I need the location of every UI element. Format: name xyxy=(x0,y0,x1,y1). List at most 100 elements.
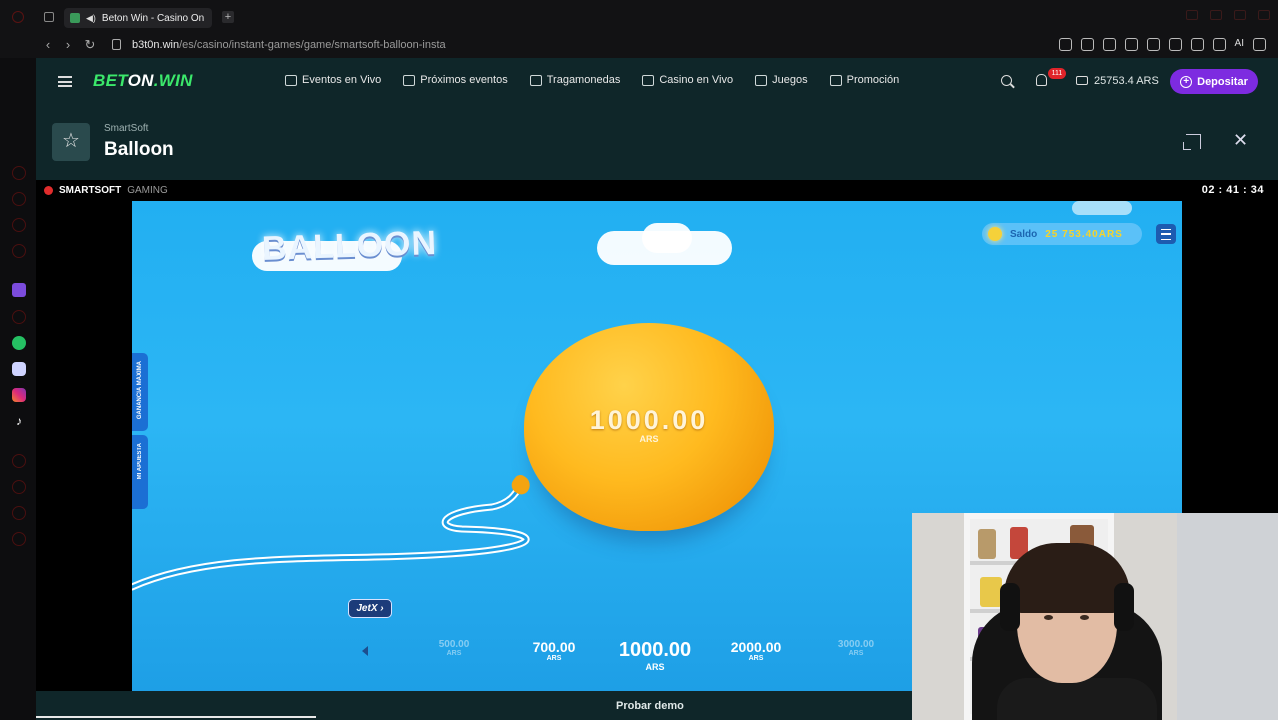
nav-eventos-en-vivo[interactable]: Eventos en Vivo xyxy=(285,74,381,86)
game-provider: SmartSoft xyxy=(104,123,149,134)
nav-promocion[interactable]: Promoción xyxy=(829,74,899,86)
bet-left-arrow-icon[interactable] xyxy=(362,646,368,656)
ai-button[interactable]: AI xyxy=(1235,38,1244,51)
game-logo: BALLOON xyxy=(261,223,438,269)
nav-proximos-eventos[interactable]: Próximos eventos xyxy=(403,74,508,86)
max-win-tab[interactable]: GANANCIA MÁXIMA xyxy=(132,353,148,431)
whatsapp-icon[interactable] xyxy=(12,336,26,350)
saldo-display: Saldo 25 753.40ARS xyxy=(982,223,1142,245)
browser-tab-bar: ◀) Beton Win - Casino On + xyxy=(0,0,1278,34)
bet-option-selected[interactable]: 1000.00 ARS xyxy=(610,639,700,672)
plus-icon: + xyxy=(1180,75,1193,88)
back-icon[interactable]: ‹ xyxy=(40,37,56,52)
fullscreen-icon[interactable] xyxy=(1183,134,1201,150)
clock: 02 : 41 : 34 xyxy=(1201,184,1264,196)
progress-line xyxy=(36,716,316,718)
download-icon[interactable] xyxy=(1212,38,1226,51)
favicon-icon xyxy=(70,13,80,23)
headset-right xyxy=(1114,583,1134,631)
bet-selector: 500.00 ARS 700.00 ARS 1000.00 ARS 2000.00 AR… xyxy=(354,637,954,677)
site-logo[interactable]: BETON.WIN xyxy=(93,71,193,91)
balloon-currency: ARS xyxy=(639,434,659,444)
profile-icon[interactable] xyxy=(1190,38,1204,51)
slot-icon xyxy=(529,74,542,86)
opera-logo-icon[interactable] xyxy=(12,11,24,23)
sidebar-icon-5[interactable] xyxy=(12,310,26,324)
sidebar-icon-9[interactable] xyxy=(12,532,26,546)
favorite-star-icon[interactable]: ☆ xyxy=(52,123,90,161)
sidebar-icon-7[interactable] xyxy=(12,480,26,494)
instagram-icon[interactable] xyxy=(12,388,26,402)
demo-button[interactable]: Probar demo xyxy=(616,700,684,712)
tiktok-icon[interactable]: ♪ xyxy=(12,414,26,428)
twitch-icon[interactable] xyxy=(12,283,26,297)
browser-sidebar: ♪ xyxy=(0,58,36,720)
new-tab-button[interactable]: + xyxy=(222,11,234,23)
bet-option[interactable]: 500.00 ARS xyxy=(409,639,499,657)
discord-icon[interactable] xyxy=(12,362,26,376)
sidebar-icon-1[interactable] xyxy=(12,166,26,180)
deposit-label: Depositar xyxy=(1197,75,1248,88)
gift-icon xyxy=(829,74,842,86)
nav-juegos[interactable]: Juegos xyxy=(755,74,808,86)
chip-icon xyxy=(642,74,655,86)
deposit-button[interactable]: + Depositar xyxy=(1170,69,1258,94)
site-header: BETON.WIN Eventos en Vivo Próximos event… xyxy=(36,58,1278,106)
cloud xyxy=(642,223,692,253)
bet-option[interactable]: 3000.00 ARS xyxy=(811,639,901,657)
sidebar-icon-8[interactable] xyxy=(12,506,26,520)
eye xyxy=(1080,615,1089,620)
coin-icon xyxy=(988,227,1002,241)
bet-option[interactable]: 700.00 ARS xyxy=(509,639,599,662)
sidebar-icon-3[interactable] xyxy=(12,218,26,232)
address-bar: ‹ › ↻ b3t0n.win/es/casino/instant-games/… xyxy=(0,34,1278,58)
game-menu-icon[interactable] xyxy=(1156,224,1176,244)
close-icon[interactable]: ✕ xyxy=(1233,130,1248,151)
speaker-icon[interactable]: ◀) xyxy=(86,13,96,24)
balloon-multiplier-value: 1000.00 xyxy=(589,405,709,435)
search-icon[interactable] xyxy=(1001,75,1012,86)
headset-left xyxy=(1000,583,1020,631)
bell-icon[interactable] xyxy=(1036,74,1047,86)
smartsoft-logo: SMARTSOFT GAMING xyxy=(44,185,168,196)
snapshot-icon[interactable] xyxy=(1058,38,1072,51)
game-title-bar: ☆ SmartSoft Balloon ✕ xyxy=(36,106,1278,180)
minimize-icon[interactable] xyxy=(1210,10,1222,20)
balance-display[interactable]: 25753.4 ARS xyxy=(1094,75,1159,87)
sidebar-icon-2[interactable] xyxy=(12,192,26,206)
heart-icon[interactable] xyxy=(1168,38,1182,51)
screenshot-icon[interactable] xyxy=(1080,38,1094,51)
saldo-label: Saldo xyxy=(1010,228,1038,240)
lock-icon[interactable] xyxy=(112,39,121,50)
translate-icon[interactable] xyxy=(1124,38,1138,51)
eye xyxy=(1044,615,1053,620)
menu-icon[interactable] xyxy=(1253,38,1266,51)
smartsoft-dot-icon xyxy=(44,186,53,195)
webcam-overlay xyxy=(912,513,1278,720)
shirt xyxy=(997,678,1157,720)
game-side-left xyxy=(36,201,132,691)
wall xyxy=(1177,513,1278,720)
jetx-button[interactable]: JetX › xyxy=(348,599,392,618)
figurine xyxy=(978,529,996,559)
forward-icon[interactable]: › xyxy=(60,37,76,52)
workspaces-icon[interactable] xyxy=(44,12,54,22)
bet-option[interactable]: 2000.00 ARS xyxy=(711,639,801,662)
play-icon[interactable] xyxy=(1146,38,1160,51)
nav-tragamonedas[interactable]: Tragamonedas xyxy=(529,74,620,86)
wallet-icon xyxy=(1076,76,1088,85)
close-window-icon[interactable] xyxy=(1258,10,1270,20)
browser-tab[interactable]: ◀) Beton Win - Casino On xyxy=(64,8,212,28)
tab-title: Beton Win - Casino On xyxy=(101,12,205,24)
hamburger-menu-icon[interactable] xyxy=(58,76,72,87)
nav-casino-en-vivo[interactable]: Casino en Vivo xyxy=(642,74,733,86)
url-field[interactable]: b3t0n.win/es/casino/instant-games/game/s… xyxy=(132,39,446,51)
main-nav: Eventos en Vivo Próximos eventos Tragamo… xyxy=(285,74,899,86)
maximize-icon[interactable] xyxy=(1234,10,1246,20)
calendar-icon xyxy=(403,74,416,86)
sidebar-icon-4[interactable] xyxy=(12,244,26,258)
sidebar-icon-6[interactable] xyxy=(12,454,26,468)
search-tabs-icon[interactable] xyxy=(1186,10,1198,20)
shield-icon[interactable] xyxy=(1102,38,1116,51)
reload-icon[interactable]: ↻ xyxy=(82,37,98,53)
